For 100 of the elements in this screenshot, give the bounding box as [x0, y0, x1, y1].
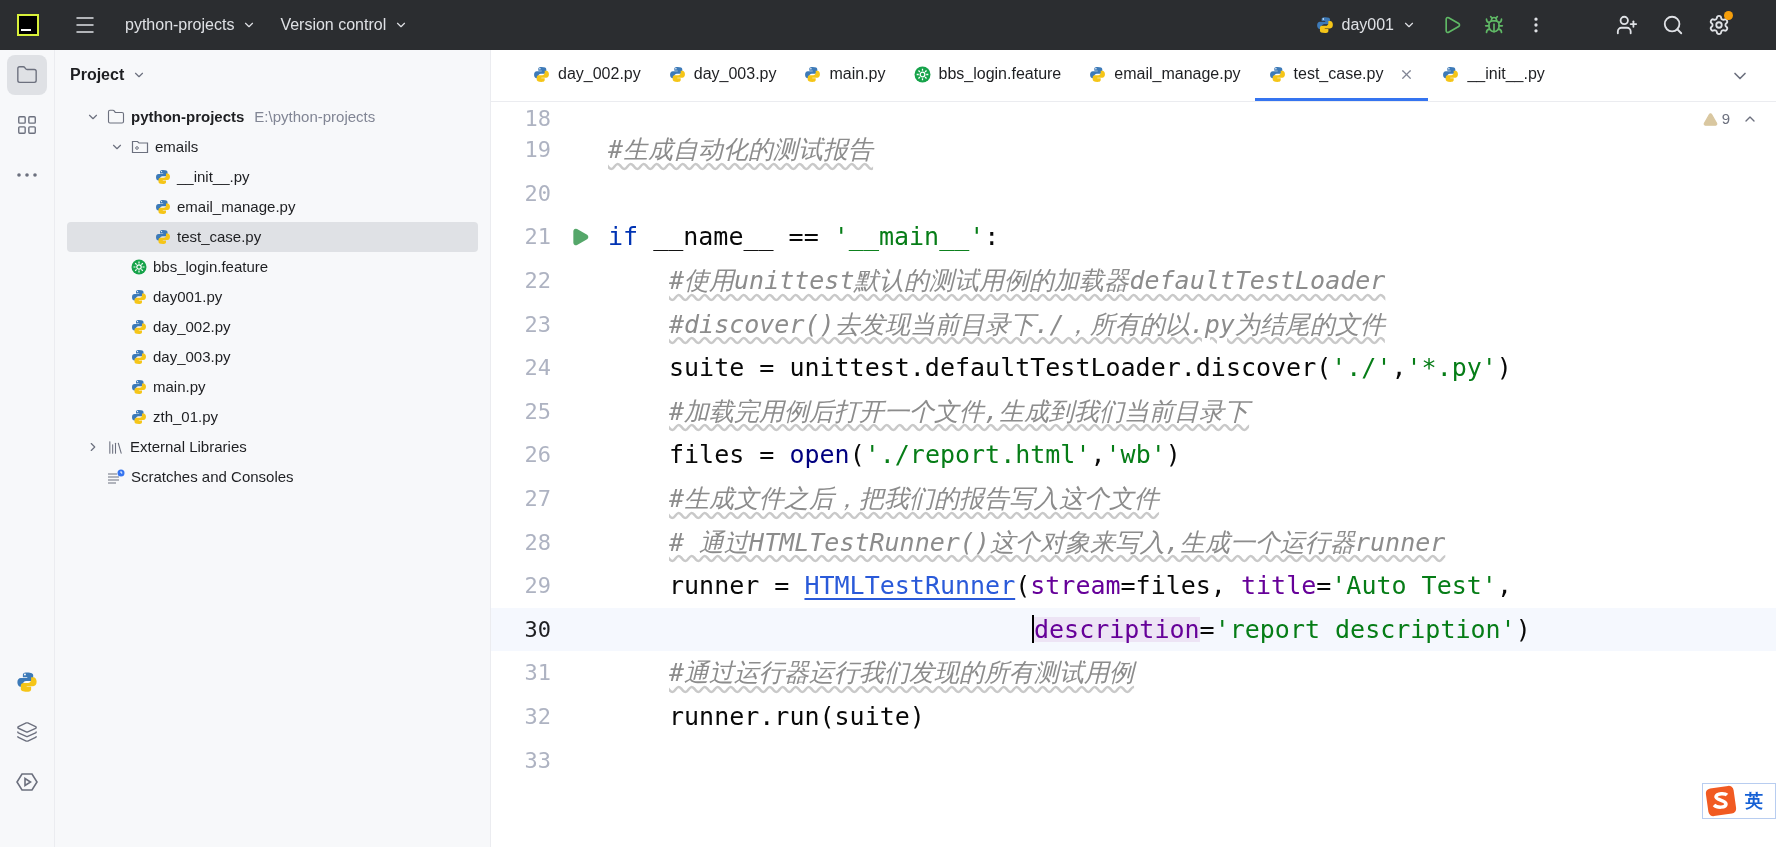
tree-item[interactable]: __init__.py: [67, 162, 478, 192]
warning-icon: [1702, 111, 1718, 127]
tree-item-label: zth_01.py: [153, 406, 219, 427]
ime-mode-label: 英: [1745, 789, 1763, 813]
code-line: runner.run(suite): [669, 704, 925, 729]
code-line: suite = unittest.defaultTestLoader.discover('./','*.py'): [669, 355, 1512, 381]
line-number: 32: [523, 703, 551, 731]
ime-toolbar[interactable]: 英: [1702, 783, 1776, 819]
code-line: #使用unittest默认的测试用例的加载器defaultTestLoader: [669, 268, 1386, 294]
run-icon[interactable]: [1442, 15, 1462, 35]
tree-item[interactable]: day_003.py: [67, 342, 478, 372]
code-line: #生成文件之后，把我们的报告写入这个文件: [669, 486, 1160, 512]
line-number: 21: [523, 223, 551, 252]
python-file-icon: [131, 349, 147, 365]
tree-item[interactable]: email_manage.py: [67, 192, 478, 222]
python-file-icon: [131, 319, 147, 335]
line-number: 26: [523, 441, 551, 470]
layers-icon: [16, 721, 38, 743]
tree-item[interactable]: External Libraries: [67, 432, 478, 462]
tree-item-label: main.py: [153, 376, 206, 397]
code-line: #生成自动化的测试报告: [608, 137, 874, 163]
editor-tab[interactable]: test_case.py: [1254, 50, 1429, 101]
tree-item-label: day_003.py: [153, 346, 231, 367]
line-number: 27: [523, 485, 551, 514]
code-line: #通过运行器运行我们发现的所有测试用例: [669, 660, 1135, 686]
run-config-selector[interactable]: day001: [1315, 13, 1416, 37]
tree-item-label: External Libraries: [130, 436, 247, 457]
structure-icon: [16, 114, 38, 136]
tree-item[interactable]: test_case.py: [67, 222, 478, 252]
code-line: if __name__ == '__main__':: [608, 224, 1000, 250]
tree-item[interactable]: bbs_login.feature: [67, 252, 478, 282]
python-file-icon: [155, 199, 171, 215]
editor-tab[interactable]: __init__.py: [1428, 50, 1559, 101]
scratches-icon: [107, 469, 125, 485]
code-line: #discover()去发现当前目录下./，所有的以.py为结尾的文件: [669, 311, 1385, 337]
python-file-icon: [131, 409, 147, 425]
code-link[interactable]: HTMLTestRunner: [804, 571, 1016, 601]
tree-item[interactable]: day001.py: [67, 282, 478, 312]
line-number: 30: [523, 615, 551, 644]
tree-item-label: bbs_login.feature: [153, 256, 269, 277]
vcs-selector[interactable]: Version control: [280, 13, 409, 37]
tree-item[interactable]: main.py: [67, 372, 478, 402]
settings-icon[interactable]: [1708, 14, 1730, 36]
python-file-icon: [804, 65, 822, 83]
more-icon: [17, 173, 37, 177]
library-icon: [107, 438, 124, 456]
debug-icon[interactable]: [1484, 15, 1504, 35]
line-number: 29: [523, 572, 551, 601]
folder-icon: [107, 108, 125, 126]
tree-item-path: E:\python-projects: [254, 106, 376, 127]
tree-item-label: python-projects: [131, 106, 245, 127]
line-number: 31: [523, 659, 551, 688]
folder-icon: [16, 64, 38, 86]
python-file-icon: [533, 65, 550, 83]
package-folder-icon: [131, 139, 149, 155]
python-file-icon: [131, 289, 147, 305]
python-file-icon: [155, 169, 171, 185]
tree-item-label: test_case.py: [177, 226, 262, 247]
python-file-icon: [1089, 65, 1107, 83]
line-number: 28: [523, 528, 551, 557]
editor-tab[interactable]: main.py: [790, 50, 900, 101]
tree-item-label: day_002.py: [153, 316, 231, 337]
line-number: 24: [523, 354, 551, 383]
tree-item[interactable]: day_002.py: [67, 312, 478, 342]
tree-item-label: __init__.py: [177, 166, 250, 187]
add-user-icon[interactable]: [1616, 14, 1638, 36]
panel-title[interactable]: Project: [70, 63, 147, 87]
python-file-icon: [668, 65, 686, 83]
tree-item[interactable]: python-projects E:\python-projects: [67, 102, 478, 132]
tree-item-label: emails: [155, 136, 199, 157]
tree-item[interactable]: Scratches and Consoles: [67, 462, 478, 492]
editor-tab[interactable]: bbs_login.feature: [899, 50, 1076, 101]
line-number: 18: [523, 105, 551, 133]
search-icon[interactable]: [1662, 14, 1684, 36]
python-file-icon: [1268, 65, 1286, 83]
tool-window-button[interactable]: [7, 55, 47, 95]
python-file-icon: [1442, 65, 1460, 83]
tree-item-label: day001.py: [153, 286, 223, 307]
warning-count[interactable]: 9: [1702, 108, 1730, 131]
app-logo-icon[interactable]: [17, 14, 39, 36]
cucumber-icon: [913, 65, 931, 83]
tree-item[interactable]: zth_01.py: [67, 402, 478, 432]
code-line: # 通过HTMLTestRunner()这个对象来写入,生成一个运行器runner: [669, 529, 1446, 555]
python-file-icon: [131, 379, 147, 395]
python-icon: [16, 671, 38, 693]
line-number: 19: [523, 136, 551, 165]
project-selector[interactable]: python-projects: [125, 13, 257, 37]
code-line: files = open('./report.html','wb'): [669, 442, 1181, 468]
python-file-icon: [155, 229, 171, 245]
tree-item-label: Scratches and Consoles: [131, 466, 294, 487]
hexagon-play-icon: [16, 771, 38, 793]
cucumber-icon: [131, 259, 147, 275]
tree-item[interactable]: emails: [67, 132, 478, 162]
line-number: 33: [523, 746, 551, 775]
line-number: 25: [523, 397, 551, 426]
line-number: 22: [523, 267, 551, 296]
editor-tab[interactable]: day_002.py: [519, 50, 655, 101]
code-line: description='report description'): [1032, 615, 1531, 644]
editor-tab[interactable]: day_003.py: [654, 50, 791, 101]
editor-tab[interactable]: email_manage.py: [1075, 50, 1255, 101]
